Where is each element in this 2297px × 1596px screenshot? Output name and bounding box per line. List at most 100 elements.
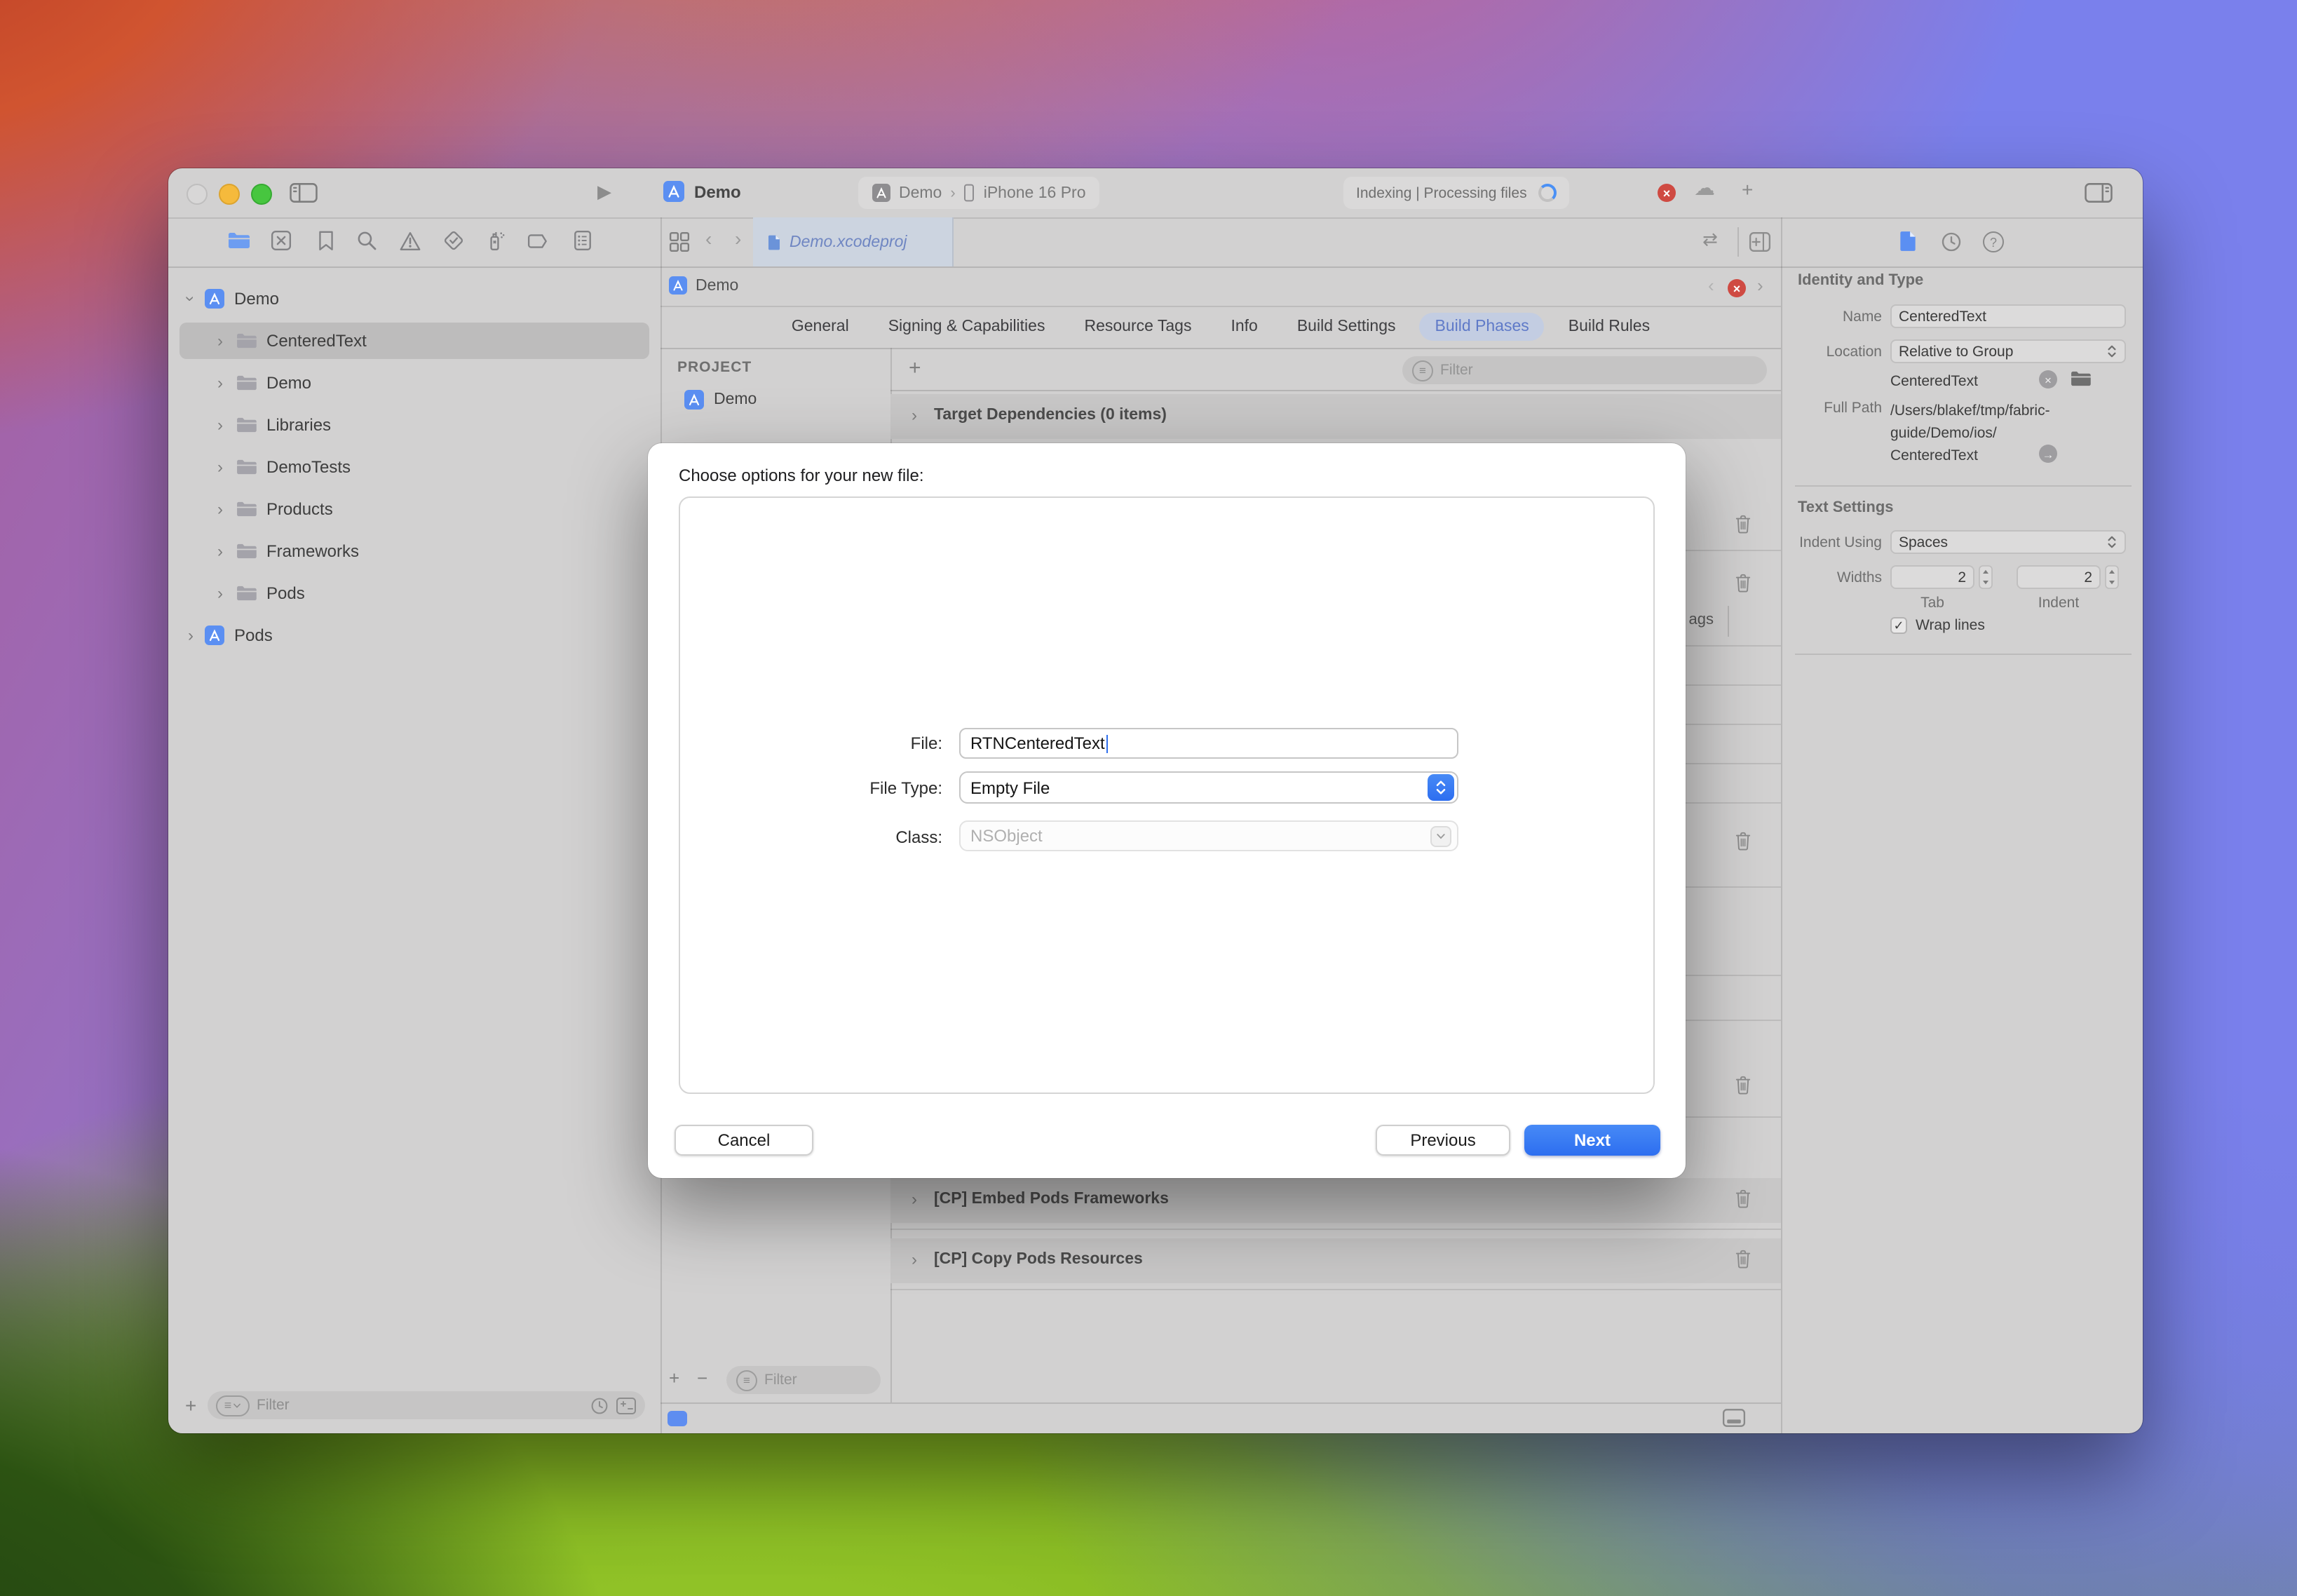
related-items-swap-icon[interactable]: ⇄ bbox=[1702, 229, 1718, 251]
issue-badge[interactable]: × bbox=[1728, 279, 1746, 297]
location-popup[interactable]: Relative to Group bbox=[1890, 339, 2126, 363]
close-button[interactable] bbox=[187, 184, 208, 205]
add-editor-icon[interactable] bbox=[1749, 231, 1771, 252]
clear-location-icon[interactable]: × bbox=[2039, 370, 2057, 388]
toggle-debug-area-icon[interactable] bbox=[1722, 1408, 1746, 1428]
indent-using-popup[interactable]: Spaces bbox=[1890, 530, 2126, 554]
tab-general[interactable]: General bbox=[776, 313, 865, 341]
source-control-navigator-icon[interactable] bbox=[271, 230, 292, 251]
file-inspector-icon[interactable] bbox=[1899, 230, 1917, 252]
navigator-filter-field[interactable]: ≡ Filter bbox=[208, 1391, 645, 1419]
add-file-button[interactable]: + bbox=[185, 1394, 196, 1416]
error-count-badge[interactable]: × bbox=[1658, 184, 1676, 202]
tree-item-demotests[interactable]: › DemoTests bbox=[179, 449, 649, 485]
choose-folder-icon[interactable] bbox=[2070, 370, 2091, 387]
history-inspector-icon[interactable] bbox=[1941, 231, 1962, 252]
delete-phase-icon[interactable] bbox=[1733, 1188, 1753, 1209]
tab-build-phases[interactable]: Build Phases bbox=[1420, 313, 1545, 341]
minimap-grid-icon[interactable] bbox=[669, 231, 690, 252]
indent-width-field[interactable]: 2 bbox=[2017, 565, 2101, 589]
add-target-button[interactable]: + bbox=[669, 1367, 679, 1388]
group-disclosure-icon[interactable]: › bbox=[912, 1250, 917, 1269]
delete-phase-icon[interactable] bbox=[1733, 513, 1753, 534]
tab-info[interactable]: Info bbox=[1215, 313, 1273, 341]
indent-width-stepper[interactable] bbox=[2105, 565, 2119, 589]
tree-item-libraries[interactable]: › Libraries bbox=[179, 407, 649, 443]
disclosure-icon[interactable]: › bbox=[217, 373, 223, 393]
build-phases-filter-field[interactable]: ≡ Filter bbox=[1402, 356, 1767, 384]
remove-target-button[interactable]: − bbox=[697, 1367, 707, 1388]
breadcrumb[interactable]: Demo bbox=[696, 278, 738, 295]
tab-build-rules[interactable]: Build Rules bbox=[1553, 313, 1665, 341]
delete-phase-icon[interactable] bbox=[1733, 830, 1753, 851]
file-type-popup[interactable]: Empty File bbox=[959, 771, 1458, 804]
project-navigator-icon[interactable] bbox=[227, 231, 250, 250]
disclosure-icon[interactable]: › bbox=[188, 625, 194, 645]
group-disclosure-icon[interactable]: › bbox=[912, 1189, 917, 1209]
debug-navigator-icon[interactable] bbox=[485, 230, 506, 251]
popup-stepper-icon[interactable] bbox=[1428, 774, 1454, 801]
group-disclosure-icon[interactable]: › bbox=[912, 405, 917, 425]
find-navigator-icon[interactable] bbox=[356, 230, 377, 251]
toggle-right-sidebar-icon[interactable] bbox=[2084, 182, 2113, 203]
targets-filter-field[interactable]: ≡ Filter bbox=[726, 1366, 881, 1394]
next-issue-button[interactable]: › bbox=[1757, 275, 1763, 296]
previous-issue-button[interactable]: ‹ bbox=[1708, 275, 1714, 296]
disclosure-open-icon[interactable]: › bbox=[181, 296, 201, 302]
recent-files-icon[interactable] bbox=[590, 1396, 609, 1414]
delete-phase-icon[interactable] bbox=[1733, 1248, 1753, 1269]
tree-item-frameworks[interactable]: › Frameworks bbox=[179, 533, 649, 569]
file-name-input[interactable]: RTNCenteredText bbox=[959, 728, 1458, 759]
tab-build-settings[interactable]: Build Settings bbox=[1282, 313, 1411, 341]
source-control-status-icon[interactable] bbox=[616, 1396, 637, 1414]
disclosure-icon[interactable]: › bbox=[217, 415, 223, 435]
add-toolbar-button[interactable]: + bbox=[1742, 178, 1753, 201]
filter-options-icon[interactable]: ≡ bbox=[216, 1395, 250, 1416]
row-copy-pods[interactable]: [CP] Copy Pods Resources bbox=[934, 1251, 1143, 1268]
disclosure-icon[interactable]: › bbox=[217, 331, 223, 351]
tree-item-pods-project[interactable]: › Pods bbox=[179, 617, 649, 654]
previous-button[interactable]: Previous bbox=[1376, 1125, 1510, 1156]
disclosure-icon[interactable]: › bbox=[217, 583, 223, 603]
scheme-selector[interactable]: Demo › iPhone 16 Pro bbox=[858, 177, 1100, 209]
class-combo-disabled[interactable]: NSObject bbox=[959, 820, 1458, 851]
disclosure-icon[interactable]: › bbox=[217, 541, 223, 561]
cancel-button[interactable]: Cancel bbox=[675, 1125, 813, 1156]
zoom-button[interactable] bbox=[251, 184, 272, 205]
tab-resource-tags[interactable]: Resource Tags bbox=[1069, 313, 1207, 341]
tree-item-demo[interactable]: › Demo bbox=[179, 365, 649, 401]
name-field[interactable]: CenteredText bbox=[1890, 304, 2126, 328]
disclosure-icon[interactable]: › bbox=[217, 457, 223, 477]
row-embed-pods[interactable]: [CP] Embed Pods Frameworks bbox=[934, 1191, 1169, 1208]
wrap-lines-checkbox[interactable]: ✓ bbox=[1890, 617, 1907, 634]
tree-item-pods-folder[interactable]: › Pods bbox=[179, 575, 649, 611]
row-target-dependencies[interactable]: Target Dependencies (0 items) bbox=[934, 407, 1167, 424]
delete-phase-icon[interactable] bbox=[1733, 572, 1753, 593]
tab-signing[interactable]: Signing & Capabilities bbox=[873, 313, 1061, 341]
cloud-icon[interactable]: ☁ bbox=[1694, 175, 1715, 201]
tests-navigator-icon[interactable] bbox=[443, 230, 464, 251]
tab-width-stepper[interactable] bbox=[1979, 565, 1993, 589]
run-button[interactable]: ▶ bbox=[597, 181, 611, 203]
tree-item-products[interactable]: › Products bbox=[179, 491, 649, 527]
reports-navigator-icon[interactable] bbox=[574, 230, 592, 251]
issues-navigator-icon[interactable] bbox=[400, 231, 421, 251]
editor-tab[interactable]: Demo.xcodeproj bbox=[753, 217, 954, 266]
project-pane-item[interactable]: Demo bbox=[714, 391, 757, 408]
breakpoints-navigator-icon[interactable] bbox=[527, 233, 550, 250]
reveal-path-arrow-icon[interactable]: → bbox=[2039, 445, 2057, 463]
tab-width-field[interactable]: 2 bbox=[1890, 565, 1974, 589]
forward-button[interactable]: › bbox=[735, 227, 741, 250]
bookmarks-navigator-icon[interactable] bbox=[317, 230, 335, 251]
tree-item-demo-root[interactable]: › Demo bbox=[179, 280, 649, 317]
activity-status[interactable]: Indexing | Processing files bbox=[1343, 177, 1569, 209]
back-button[interactable]: ‹ bbox=[705, 227, 712, 250]
delete-phase-icon[interactable] bbox=[1733, 1074, 1753, 1095]
disclosure-icon[interactable]: › bbox=[217, 499, 223, 519]
editor-mode-icon[interactable] bbox=[668, 1411, 687, 1426]
wrap-lines-row[interactable]: ✓ Wrap lines bbox=[1890, 617, 1985, 634]
minimize-button[interactable] bbox=[219, 184, 240, 205]
tree-item-centeredtext[interactable]: › CenteredText bbox=[179, 323, 649, 359]
help-inspector-icon[interactable]: ? bbox=[1983, 231, 2004, 252]
add-build-phase-button[interactable]: + bbox=[909, 356, 921, 380]
